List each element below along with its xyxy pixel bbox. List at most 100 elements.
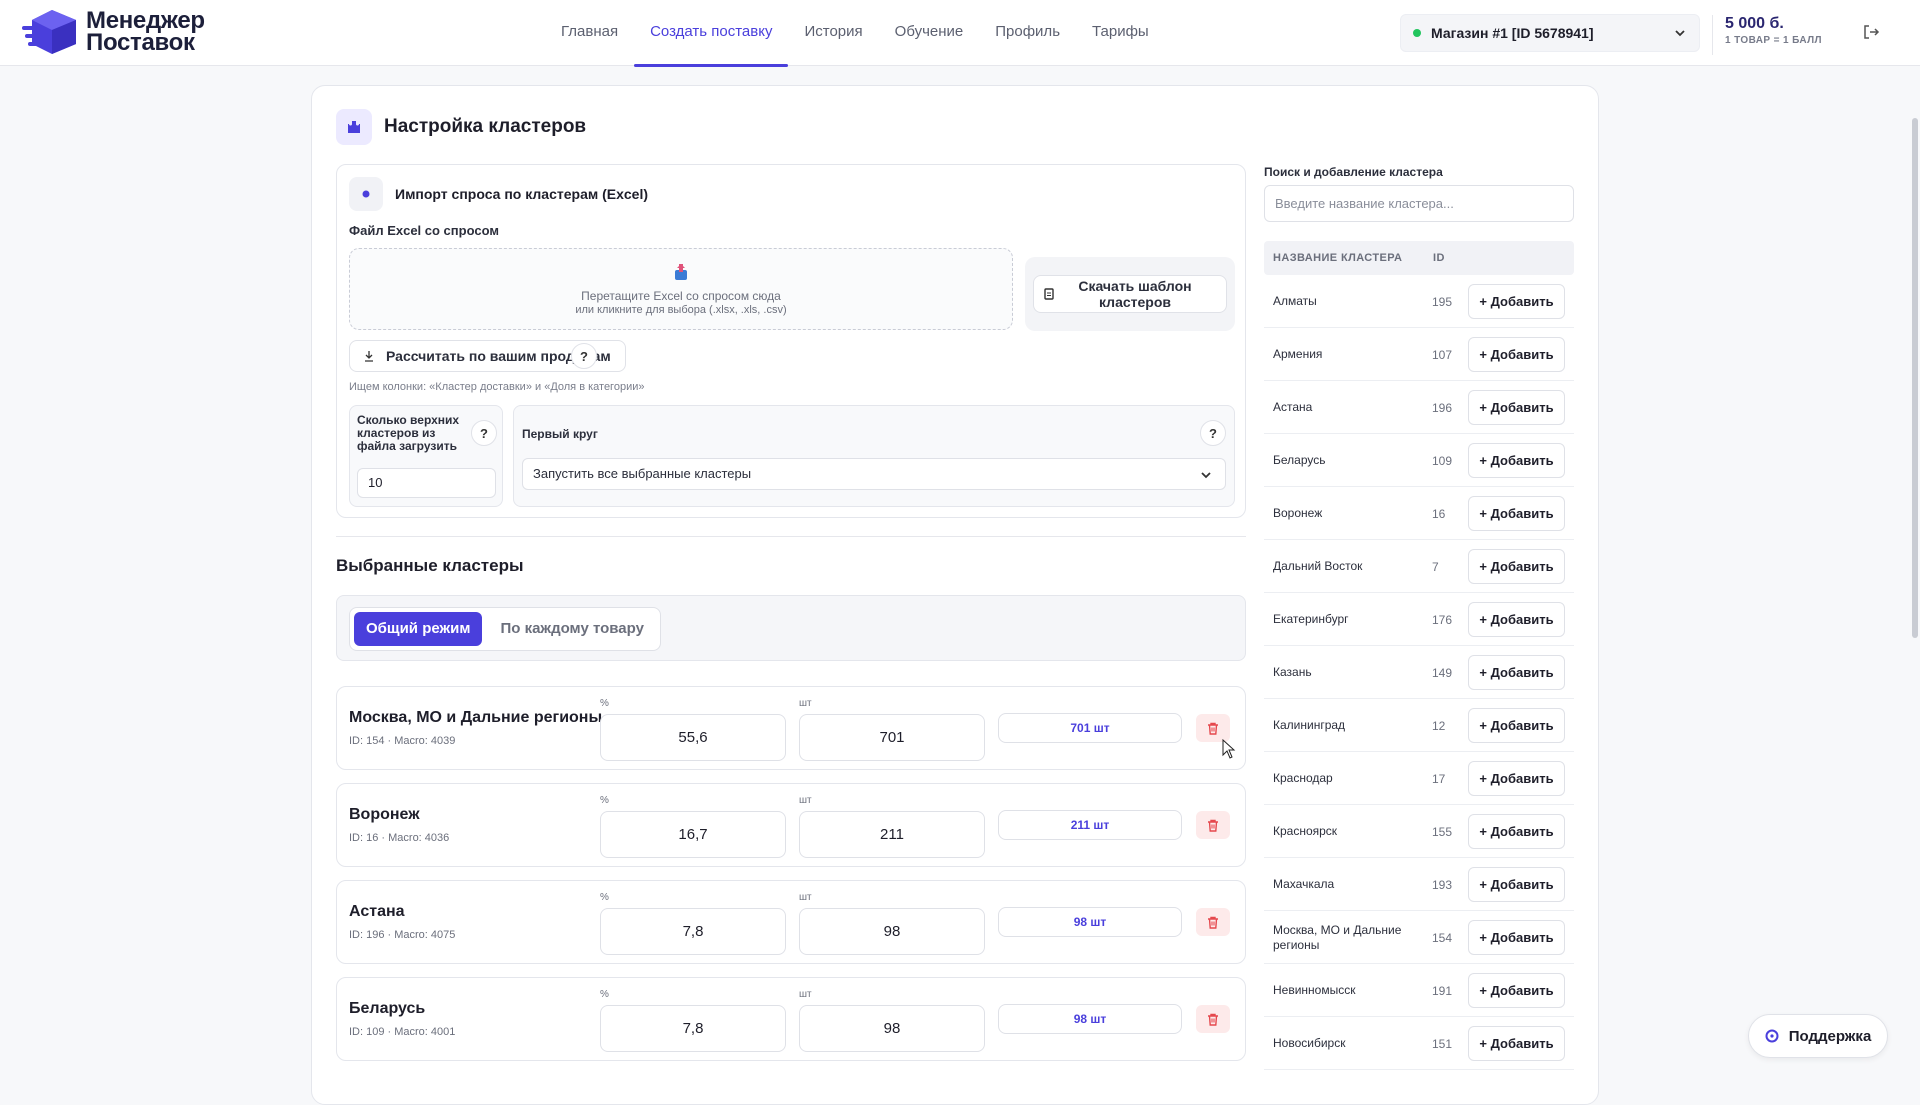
cluster-table-id: 107 (1432, 347, 1453, 362)
nav-item[interactable]: Тарифы (1076, 0, 1165, 66)
dropzone-text: Перетащите Excel со спросом сюда (581, 289, 781, 303)
cluster-table-row: Армения 107 + Добавить (1264, 328, 1574, 381)
cluster-table-id: 7 (1432, 559, 1439, 574)
divider (336, 536, 1246, 537)
cluster-name: Беларусь (349, 1000, 426, 1017)
percent-label: % (600, 795, 609, 806)
cluster-table-id: 176 (1432, 612, 1453, 627)
cluster-table-name: Армения (1273, 347, 1323, 361)
cluster-table-name: Невинномысск (1273, 983, 1356, 997)
cluster-table-name: Астана (1273, 400, 1313, 414)
add-cluster-button[interactable]: + Добавить (1468, 655, 1565, 690)
nav-item[interactable]: Создать поставку (634, 0, 789, 67)
cluster-table-name: Казань (1273, 665, 1312, 679)
nav-item[interactable]: Главная (545, 0, 634, 66)
cluster-table-name: Новосибирск (1273, 1036, 1346, 1050)
add-cluster-button[interactable]: + Добавить (1468, 390, 1565, 425)
cluster-search-label: Поиск и добавление кластера (1264, 165, 1443, 179)
cluster-table-row: Махачкала 193 + Добавить (1264, 858, 1574, 911)
selected-clusters-title: Выбранные кластеры (336, 556, 524, 575)
balance-amount: 5 000 б. (1725, 15, 1784, 32)
pcs-label: шт (799, 892, 812, 903)
top-clusters-box: Сколько верхних кластеров из файла загру… (349, 405, 503, 507)
add-cluster-button[interactable]: + Добавить (1468, 443, 1565, 478)
cluster-table-row: Дальний Восток 7 + Добавить (1264, 540, 1574, 593)
add-cluster-button[interactable]: + Добавить (1468, 814, 1565, 849)
delete-button[interactable] (1196, 714, 1230, 742)
nav-item[interactable]: История (788, 0, 878, 66)
cluster-table-name: Екатеринбург (1273, 612, 1349, 626)
download-template-button[interactable]: Скачать шаблон кластеров (1033, 275, 1227, 313)
pcs-input[interactable]: 211 (799, 811, 985, 858)
cluster-search-input[interactable] (1264, 185, 1574, 222)
mode-button[interactable]: По каждому товару (488, 612, 655, 646)
mode-panel: Общий режим По каждому товару (336, 595, 1246, 661)
dot-icon (349, 177, 383, 211)
first-round-select[interactable]: Запустить все выбранные кластеры (522, 458, 1226, 490)
cluster-table-name: Красноярск (1273, 824, 1338, 838)
chevron-down-icon (1201, 472, 1211, 479)
cluster-table-name: Алматы (1273, 294, 1317, 308)
add-cluster-button[interactable]: + Добавить (1468, 920, 1565, 955)
file-label: Файл Excel со спросом (349, 223, 499, 238)
delete-button[interactable] (1196, 811, 1230, 839)
cluster-table-row: Москва, МО и Дальние регионы 154 + Добавит… (1264, 911, 1574, 964)
top-clusters-help-button[interactable]: ? (471, 420, 497, 446)
cluster-name: Москва, МО и Дальние регионы (349, 709, 603, 726)
add-cluster-button[interactable]: + Добавить (1468, 761, 1565, 796)
template-panel: Скачать шаблон кластеров (1025, 257, 1235, 331)
add-cluster-button[interactable]: + Добавить (1468, 337, 1565, 372)
store-select[interactable]: Магазин #1 [ID 5678941] (1400, 14, 1700, 52)
support-button[interactable]: Поддержка (1748, 1014, 1888, 1058)
percent-input[interactable]: 7,8 (600, 908, 786, 955)
nav-item[interactable]: Обучение (879, 0, 980, 66)
add-cluster-button[interactable]: + Добавить (1468, 549, 1565, 584)
percent-input[interactable]: 16,7 (600, 811, 786, 858)
cluster-table-row: Казань 149 + Добавить (1264, 646, 1574, 699)
cluster-table-row: Воронеж 16 + Добавить (1264, 487, 1574, 540)
delete-button[interactable] (1196, 1005, 1230, 1033)
add-cluster-button[interactable]: + Добавить (1468, 1026, 1565, 1061)
add-cluster-button[interactable]: + Добавить (1468, 602, 1565, 637)
page-title: Настройка кластеров (336, 109, 586, 145)
cluster-table-row: Екатеринбург 176 + Добавить (1264, 593, 1574, 646)
percent-label: % (600, 989, 609, 1000)
add-cluster-button[interactable]: + Добавить (1468, 496, 1565, 531)
excel-dropzone[interactable]: Перетащите Excel со спросом сюда или кли… (349, 248, 1013, 330)
cluster-table-id: 17 (1432, 771, 1446, 786)
add-cluster-button[interactable]: + Добавить (1468, 708, 1565, 743)
cluster-table-id: 191 (1432, 983, 1453, 998)
add-cluster-button[interactable]: + Добавить (1468, 867, 1565, 902)
scrollbar[interactable] (1912, 118, 1918, 638)
logout-icon[interactable] (1862, 23, 1880, 41)
cluster-table-row: Красноярск 155 + Добавить (1264, 805, 1574, 858)
mode-button[interactable]: Общий режим (354, 612, 483, 646)
mode-toggle: Общий режим По каждому товару (349, 607, 661, 651)
first-round-box: Первый круг ? Запустить все выбранные кл… (513, 405, 1235, 507)
pcs-label: шт (799, 698, 812, 709)
logo[interactable]: Менеджер Поставок (22, 8, 205, 56)
cluster-row: Воронеж ID: 16 · Macro: 4036% шт 16,7 211 211… (336, 783, 1246, 867)
cluster-meta: ID: 154 · Macro: 4039 (349, 735, 456, 747)
add-cluster-button[interactable]: + Добавить (1468, 284, 1565, 319)
pcs-input[interactable]: 98 (799, 908, 985, 955)
pcs-input[interactable]: 98 (799, 1005, 985, 1052)
calc-help-button[interactable]: ? (571, 343, 597, 369)
percent-input[interactable]: 55,6 (600, 714, 786, 761)
nav-item[interactable]: Профиль (979, 0, 1076, 66)
delete-button[interactable] (1196, 908, 1230, 936)
add-cluster-button[interactable]: + Добавить (1468, 973, 1565, 1008)
pcs-input[interactable]: 701 (799, 714, 985, 761)
cluster-table-name: Краснодар (1273, 771, 1333, 785)
top-bar: Менеджер Поставок Главная Создать поставк… (0, 0, 1920, 67)
percent-input[interactable]: 7,8 (600, 1005, 786, 1052)
cluster-name: Астана (349, 903, 405, 920)
first-round-help-button[interactable]: ? (1200, 420, 1226, 446)
percent-label: % (600, 892, 609, 903)
top-clusters-input[interactable]: 10 (357, 468, 496, 498)
pcs-label: шт (799, 795, 812, 806)
first-round-value: Запустить все выбранные кластеры (533, 466, 752, 481)
mouse-cursor-icon (1222, 739, 1236, 759)
cluster-table-name: Воронеж (1273, 506, 1323, 520)
cluster-table-row: Краснодар 17 + Добавить (1264, 752, 1574, 805)
